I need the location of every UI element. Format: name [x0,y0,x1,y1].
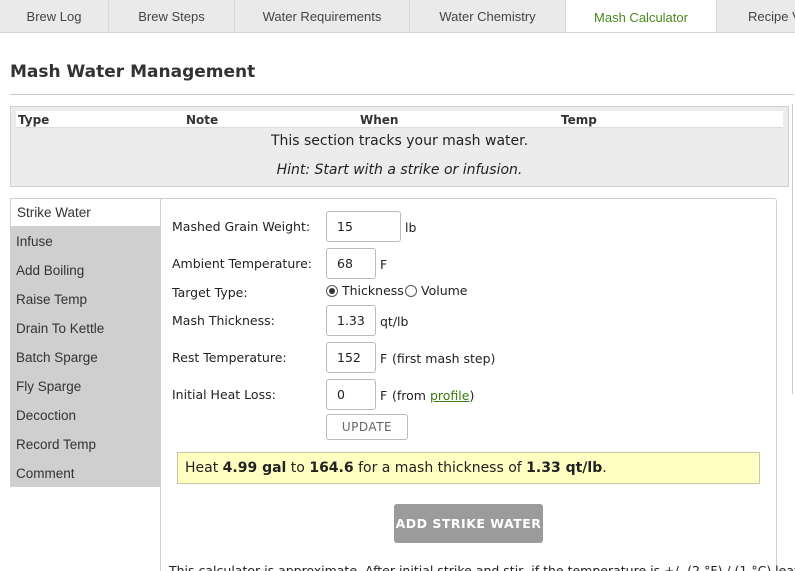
step-tab-list: Strike Water Infuse Add Boiling Raise Te… [10,198,162,488]
radio-volume[interactable]: Volume [405,283,468,298]
radio-checked-icon [326,284,338,297]
tab-brew-steps[interactable]: Brew Steps [109,0,235,32]
step-tab-drain-to-kettle[interactable]: Drain To Kettle [10,314,161,343]
update-button[interactable]: UPDATE [326,414,408,440]
step-tab-raise-temp[interactable]: Raise Temp [10,285,161,314]
heat-loss-input[interactable]: 0 [326,379,376,410]
empty-message: This section tracks your mash water. [270,133,529,149]
result-middle: for a mash thickness of [353,460,527,476]
grain-weight-label: Mashed Grain Weight: [172,219,311,234]
strike-result: Heat 4.99 gal to 164.6 for a mash thickn… [177,452,760,484]
step-tab-comment[interactable]: Comment [10,459,161,488]
result-thickness: 1.33 qt/lb [526,460,603,476]
heat-loss-note: (from profile) [392,388,474,403]
heat-loss-unit: F [380,388,388,403]
result-temp: 164.6 [309,460,354,476]
mash-thickness-input[interactable]: 1.33 [326,305,376,336]
tab-water-requirements[interactable]: Water Requirements [235,0,410,32]
hint-message: Hint: Start with a strike or infusion. [276,162,523,178]
add-strike-water-button[interactable]: ADD STRIKE WATER [394,504,543,543]
step-tab-strike-water[interactable]: Strike Water [10,198,162,227]
heat-loss-note-prefix: (from [392,388,430,403]
tab-mash-calculator[interactable]: Mash Calculator [566,0,717,32]
column-when: When [360,113,399,127]
step-tab-batch-sparge[interactable]: Batch Sparge [10,343,161,372]
top-tab-bar: Brew Log Brew Steps Water Requirements W… [0,0,795,33]
tab-brew-log[interactable]: Brew Log [0,0,109,32]
result-suffix: . [602,460,607,476]
column-type: Type [18,113,50,127]
ambient-temp-input[interactable]: 68 [326,248,376,279]
column-note: Note [186,113,219,127]
rest-temp-note: (first mash step) [392,351,496,366]
heat-loss-note-suffix: ) [469,388,475,403]
grain-weight-input[interactable]: 15 [326,211,401,242]
radio-thickness-label: Thickness [342,283,404,298]
page-title: Mash Water Management [10,62,256,82]
right-divider [792,104,793,394]
radio-thickness[interactable]: Thickness [326,283,404,298]
heat-loss-label: Initial Heat Loss: [172,387,276,402]
mash-water-table: Type Note When Temp This section tracks … [10,106,789,187]
calculator-footnote: This calculator is approximate. After in… [169,563,795,571]
result-volume: 4.99 gal [222,460,287,476]
step-tab-decoction[interactable]: Decoction [10,401,161,430]
rest-temp-input[interactable]: 152 [326,342,376,373]
step-tab-fly-sparge[interactable]: Fly Sparge [10,372,161,401]
radio-volume-label: Volume [421,283,468,298]
tab-recipe[interactable]: Recipe V [717,0,795,32]
column-temp: Temp [561,113,597,127]
title-divider [10,94,794,95]
ambient-temp-label: Ambient Temperature: [172,256,313,271]
tab-water-chemistry[interactable]: Water Chemistry [410,0,566,32]
result-to: to [286,460,310,476]
step-tab-add-boiling[interactable]: Add Boiling [10,256,161,285]
rest-temp-label: Rest Temperature: [172,350,287,365]
table-header: Type Note When Temp [16,111,783,128]
mash-thickness-unit: qt/lb [380,314,409,329]
step-tab-record-temp[interactable]: Record Temp [10,430,161,459]
rest-temp-unit: F [380,351,388,366]
ambient-temp-unit: F [380,257,388,272]
target-type-label: Target Type: [172,285,248,300]
mash-thickness-label: Mash Thickness: [172,313,275,328]
step-tab-infuse[interactable]: Infuse [10,227,161,256]
grain-weight-unit: lb [405,220,417,235]
result-prefix: Heat [185,460,223,476]
profile-link[interactable]: profile [430,388,469,403]
radio-unchecked-icon [405,284,417,297]
strike-water-panel: Mashed Grain Weight: 15 lb Ambient Tempe… [160,198,795,571]
